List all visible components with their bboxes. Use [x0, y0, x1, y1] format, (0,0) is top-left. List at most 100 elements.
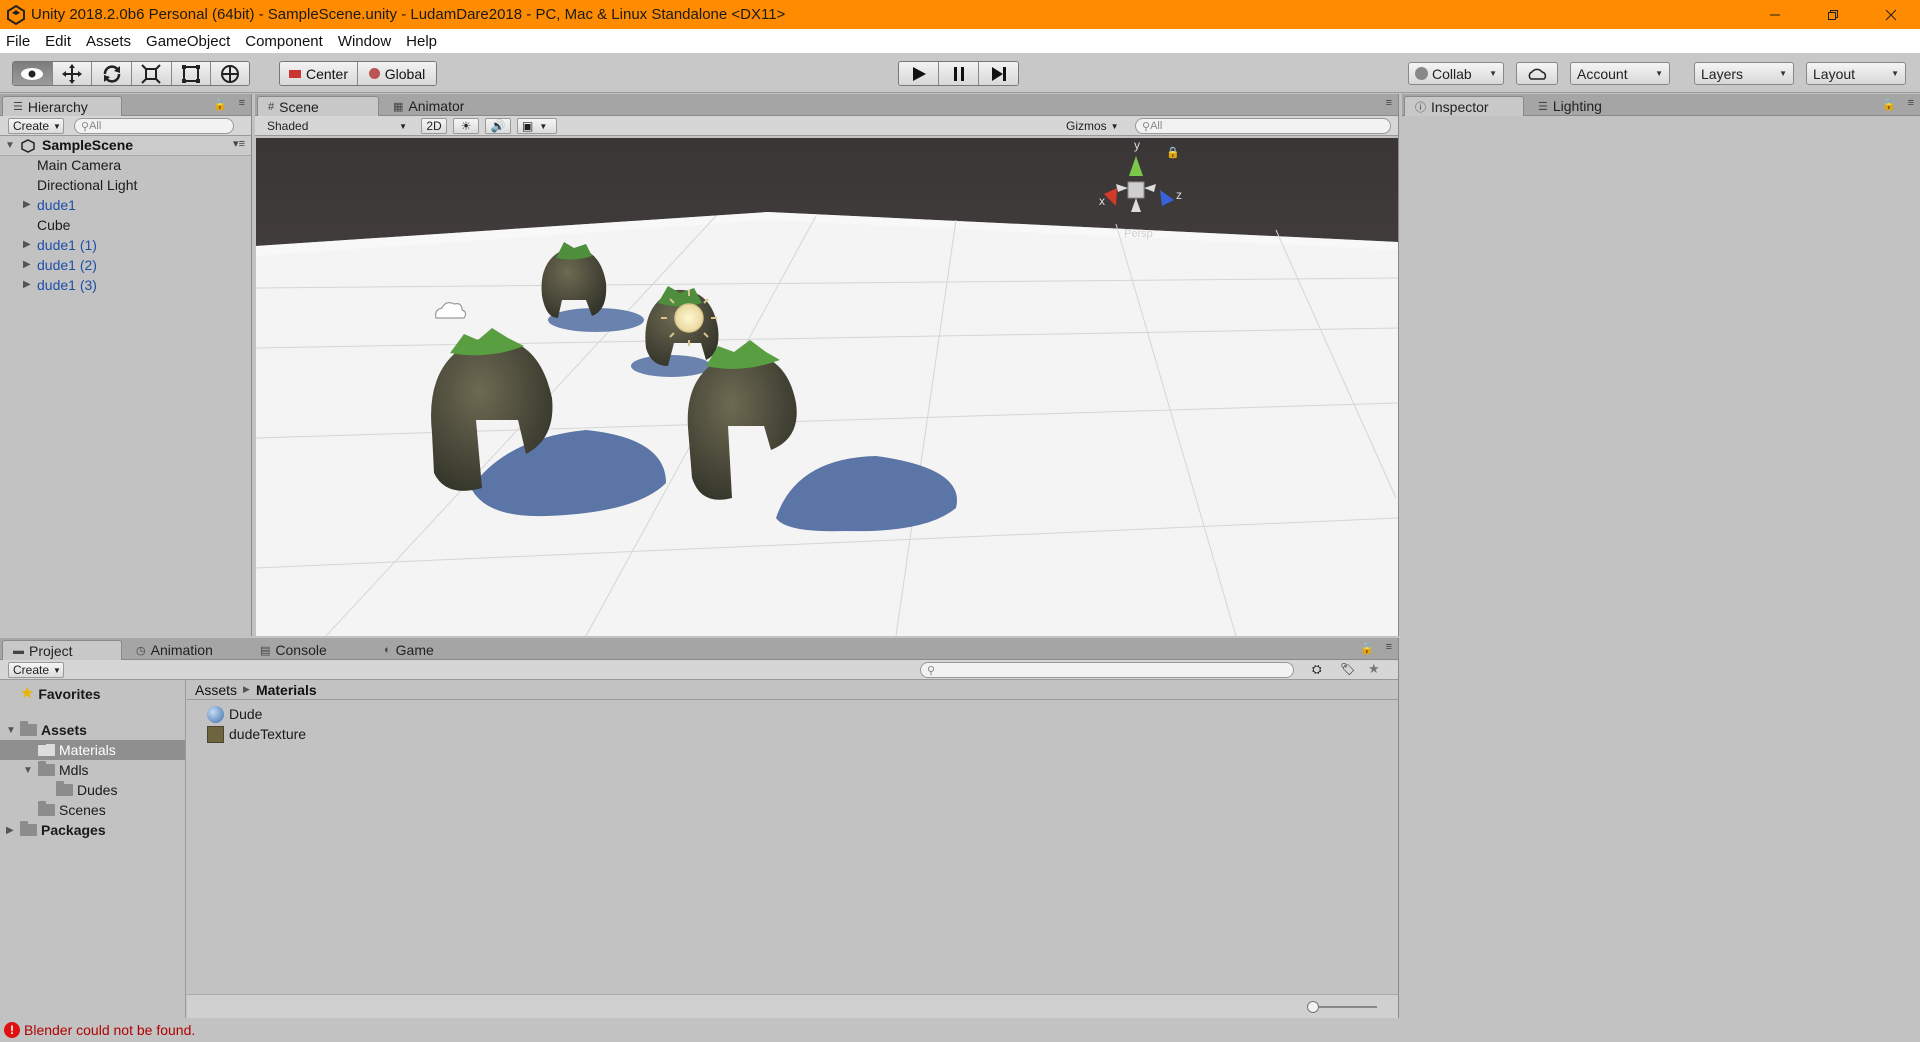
- gizmo-lock-icon: 🔒: [1166, 146, 1180, 159]
- filter-type-icon[interactable]: ⛭: [1312, 662, 1322, 677]
- view-tool-button[interactable]: [13, 62, 53, 85]
- scene-header-row[interactable]: ▼ SampleScene ▾≡: [0, 136, 251, 156]
- asset-dudetexture[interactable]: dudeTexture: [207, 724, 306, 744]
- tab-game[interactable]: ◐ Game: [374, 640, 474, 660]
- hierarchy-item-dude1-3[interactable]: dude1 (3): [37, 276, 97, 294]
- menu-component[interactable]: Component: [245, 33, 323, 50]
- gizmo-x-label[interactable]: x: [1099, 194, 1105, 208]
- pause-button[interactable]: [939, 62, 979, 85]
- gizmo-y-label[interactable]: y: [1134, 138, 1140, 152]
- hierarchy-search-input[interactable]: ⚲ All: [74, 118, 234, 134]
- project-create-button[interactable]: Create ▼: [8, 662, 64, 678]
- tab-lighting[interactable]: ☰ Lighting: [1528, 96, 1638, 116]
- tab-scene[interactable]: # Scene: [257, 96, 379, 116]
- step-button[interactable]: [979, 62, 1018, 85]
- lock-icon[interactable]: 🔒: [1882, 98, 1896, 111]
- expand-arrow-icon[interactable]: ▶: [23, 199, 31, 210]
- status-bar[interactable]: ! Blender could not be found.: [0, 1018, 1920, 1042]
- hierarchy-item-cube[interactable]: Cube: [37, 216, 70, 234]
- rect-tool-button[interactable]: [171, 62, 212, 85]
- breadcrumb-materials[interactable]: Materials: [256, 682, 317, 698]
- layout-dropdown[interactable]: Layout ▼: [1806, 62, 1906, 85]
- expand-arrow-icon[interactable]: ▼: [5, 140, 15, 151]
- 2d-toggle[interactable]: 2D: [421, 118, 447, 134]
- tree-item-mdls[interactable]: Mdls: [38, 760, 89, 780]
- panel-menu-icon[interactable]: ≡: [1386, 641, 1392, 653]
- expand-arrow-icon[interactable]: ▶: [23, 279, 31, 290]
- menu-gameobject[interactable]: GameObject: [146, 33, 230, 50]
- scene-menu-icon[interactable]: ▾≡: [233, 137, 245, 150]
- scene-tabbar: # Scene ▦ Animator ≡: [255, 94, 1398, 116]
- layers-dropdown[interactable]: Layers ▼: [1694, 62, 1794, 85]
- tab-project[interactable]: ▬ Project: [2, 640, 122, 660]
- minimize-button[interactable]: [1746, 0, 1804, 29]
- panel-menu-icon[interactable]: ≡: [239, 97, 245, 109]
- star-icon[interactable]: ★: [1368, 661, 1380, 677]
- menu-edit[interactable]: Edit: [45, 33, 71, 50]
- unity-logo-icon: [7, 4, 25, 25]
- lighting-toggle[interactable]: ☀: [453, 118, 479, 134]
- menu-help[interactable]: Help: [406, 33, 437, 50]
- expand-arrow-icon[interactable]: ▼: [23, 765, 33, 776]
- tab-console[interactable]: ▤ Console: [250, 640, 360, 660]
- play-button[interactable]: [899, 62, 939, 85]
- tree-item-materials[interactable]: Materials: [0, 740, 185, 760]
- gizmo-z-label[interactable]: z: [1176, 188, 1182, 202]
- chevron-down-icon: ▼: [53, 121, 61, 131]
- space-global-button[interactable]: Global: [358, 62, 436, 85]
- tab-hierarchy[interactable]: ☰ Hierarchy: [2, 96, 122, 116]
- hierarchy-item-dude1[interactable]: dude1: [37, 196, 76, 214]
- grid-icon: #: [268, 100, 275, 113]
- hierarchy-item-dude1-2[interactable]: dude1 (2): [37, 256, 97, 274]
- expand-arrow-icon[interactable]: ▶: [6, 825, 14, 836]
- menu-file[interactable]: File: [6, 33, 30, 50]
- 2d-label: 2D: [426, 119, 442, 133]
- rotate-tool-button[interactable]: [92, 62, 133, 85]
- expand-arrow-icon[interactable]: ▶: [23, 259, 31, 270]
- hierarchy-item-directional-light[interactable]: Directional Light: [37, 176, 137, 194]
- expand-arrow-icon[interactable]: ▼: [6, 725, 16, 736]
- panel-menu-icon[interactable]: ≡: [1908, 97, 1914, 109]
- search-icon: ⚲: [927, 664, 936, 677]
- account-dropdown[interactable]: Account ▼: [1570, 62, 1670, 85]
- scene-viewport[interactable]: 🔒 y x z Persp: [256, 138, 1398, 636]
- zoom-slider-handle[interactable]: [1307, 1001, 1319, 1013]
- cloud-button[interactable]: [1516, 62, 1558, 85]
- tab-inspector[interactable]: ⓘ Inspector: [1404, 96, 1524, 116]
- pivot-center-button[interactable]: Center: [280, 62, 358, 85]
- lock-icon[interactable]: 🔒: [213, 98, 227, 111]
- menu-window[interactable]: Window: [338, 33, 391, 50]
- breadcrumb-assets[interactable]: Assets: [195, 682, 237, 698]
- hierarchy-create-button[interactable]: Create ▼: [8, 118, 64, 134]
- favorites-item[interactable]: ★ Favorites: [20, 684, 101, 704]
- tree-item-dudes[interactable]: Dudes: [56, 780, 117, 800]
- tree-item-scenes[interactable]: Scenes: [38, 800, 106, 820]
- projection-label[interactable]: Persp: [1124, 228, 1153, 240]
- label-tag-icon[interactable]: 🏷: [1340, 662, 1355, 676]
- hierarchy-item-main-camera[interactable]: Main Camera: [37, 156, 121, 174]
- close-button[interactable]: [1862, 0, 1920, 29]
- lock-icon[interactable]: 🔒: [1360, 642, 1374, 655]
- project-search-input[interactable]: ⚲: [920, 662, 1294, 678]
- restore-button[interactable]: [1804, 0, 1862, 29]
- menu-assets[interactable]: Assets: [86, 33, 131, 50]
- tree-item-packages[interactable]: Packages: [20, 820, 106, 840]
- scene-render: 🔒: [256, 138, 1398, 636]
- transform-tool-button[interactable]: [211, 62, 249, 85]
- tree-item-assets[interactable]: Assets: [20, 720, 87, 740]
- scene-search-input[interactable]: ⚲ All: [1135, 118, 1391, 134]
- effects-dropdown[interactable]: ▣ ▼: [517, 118, 557, 134]
- scale-tool-button[interactable]: [132, 62, 172, 85]
- collab-dropdown[interactable]: Collab ▼: [1408, 62, 1504, 85]
- gizmos-dropdown[interactable]: Gizmos ▼: [1062, 118, 1122, 134]
- tab-animation[interactable]: ◷ Animation: [126, 640, 246, 660]
- hierarchy-item-dude1-1[interactable]: dude1 (1): [37, 236, 97, 254]
- asset-dude[interactable]: Dude: [207, 704, 262, 724]
- zoom-slider-track[interactable]: [1309, 1006, 1377, 1008]
- panel-menu-icon[interactable]: ≡: [1386, 97, 1392, 109]
- audio-toggle[interactable]: 🔊: [485, 118, 511, 134]
- tab-animator[interactable]: ▦ Animator: [383, 96, 493, 116]
- expand-arrow-icon[interactable]: ▶: [23, 239, 31, 250]
- move-tool-button[interactable]: [52, 62, 93, 85]
- shading-mode-dropdown[interactable]: Shaded ▼: [263, 118, 411, 134]
